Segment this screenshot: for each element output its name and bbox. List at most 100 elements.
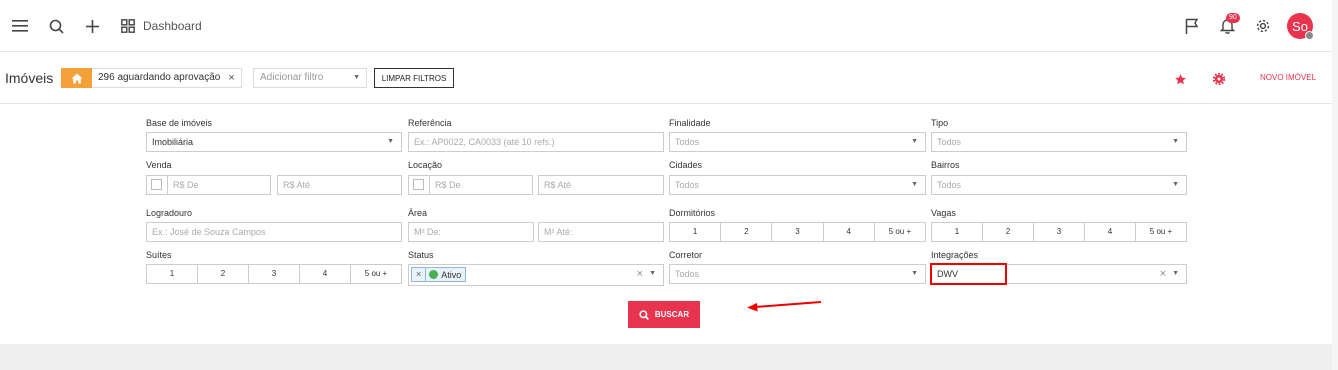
- chevron-down-icon: ▼: [1172, 138, 1179, 145]
- remove-tag-icon[interactable]: ×: [412, 268, 427, 281]
- chip-label: 296 aguardando aprovação: [98, 72, 221, 83]
- suites-option-4[interactable]: 4: [300, 265, 351, 283]
- dashboard-grid-icon[interactable]: [116, 14, 140, 38]
- vagas-option-5plus[interactable]: 5 ou +: [1136, 223, 1186, 241]
- search-icon[interactable]: [44, 14, 68, 38]
- chevron-down-icon: ▼: [911, 270, 918, 277]
- settings-gear-icon[interactable]: [1212, 72, 1226, 86]
- venda-max-input[interactable]: R$ Até: [277, 175, 402, 195]
- chevron-down-icon: ▼: [911, 138, 918, 145]
- active-filter-chip[interactable]: 296 aguardando aprovação ×: [61, 68, 242, 88]
- venda-checkbox[interactable]: [151, 179, 162, 190]
- new-property-link[interactable]: NOVO IMÓVEL: [1260, 73, 1316, 82]
- venda-min-input[interactable]: R$ De: [167, 175, 271, 195]
- cidades-label: Cidades: [669, 160, 703, 170]
- annotation-arrow: [747, 301, 822, 312]
- dormitorios-selector: 1 2 3 4 5 ou +: [669, 222, 926, 242]
- menu-icon[interactable]: [8, 14, 32, 38]
- logradouro-input[interactable]: Ex.: José de Souza Campos: [146, 222, 402, 242]
- venda-max-placeholder: R$ Até: [283, 180, 311, 190]
- referencia-label: Referência: [408, 118, 452, 128]
- cidades-select[interactable]: Todos ▼: [669, 175, 926, 195]
- add-icon[interactable]: [80, 14, 104, 38]
- cidades-value: Todos: [675, 180, 700, 190]
- corretor-value: Todos: [675, 269, 700, 279]
- corretor-select[interactable]: Todos ▼: [669, 264, 926, 284]
- locacao-checkbox[interactable]: [413, 179, 424, 190]
- base-label: Base de imóveis: [146, 118, 213, 128]
- notification-badge: 90: [1226, 13, 1240, 23]
- bairros-label: Bairros: [931, 160, 960, 170]
- suites-option-1[interactable]: 1: [147, 265, 198, 283]
- status-label: Status: [408, 250, 434, 260]
- bairros-select[interactable]: Todos ▼: [931, 175, 1187, 195]
- clear-icon[interactable]: ×: [1160, 265, 1166, 283]
- search-button-label: BUSCAR: [654, 310, 690, 319]
- locacao-min-input[interactable]: R$ De: [429, 175, 533, 195]
- top-bar: Dashboard 90 So: [0, 0, 1338, 52]
- base-value: Imobiliária: [152, 137, 194, 147]
- finalidade-label: Finalidade: [669, 118, 711, 128]
- star-icon[interactable]: [1173, 72, 1187, 86]
- referencia-input[interactable]: Ex.: AP0022, CA0033 (até 10 refs.): [408, 132, 664, 152]
- dormitorios-option-5plus[interactable]: 5 ou +: [875, 223, 925, 241]
- locacao-label: Locação: [408, 160, 443, 170]
- flag-icon[interactable]: [1180, 14, 1204, 38]
- status-tag: × Ativo: [411, 267, 467, 282]
- suites-option-2[interactable]: 2: [198, 265, 249, 283]
- remove-chip-icon[interactable]: ×: [226, 69, 240, 87]
- tipo-label: Tipo: [931, 118, 949, 128]
- base-select[interactable]: Imobiliária ▼: [146, 132, 402, 152]
- locacao-max-placeholder: R$ Até: [544, 180, 572, 190]
- dormitorios-option-2[interactable]: 2: [721, 223, 773, 241]
- clear-filters-button[interactable]: LIMPAR FILTROS: [374, 68, 454, 88]
- area-max-input[interactable]: M² Até:: [538, 222, 664, 242]
- vagas-option-1[interactable]: 1: [932, 223, 983, 241]
- chevron-down-icon: ▼: [649, 270, 656, 277]
- area-min-input[interactable]: M² De:: [408, 222, 534, 242]
- vagas-selector: 1 2 3 4 5 ou +: [931, 222, 1187, 242]
- chevron-down-icon: ▼: [911, 181, 918, 188]
- page-title: Imóveis: [5, 70, 54, 86]
- gear-icon[interactable]: [1251, 14, 1275, 38]
- dormitorios-label: Dormitórios: [669, 208, 716, 218]
- dormitorios-option-3[interactable]: 3: [772, 223, 824, 241]
- status-dot: [1305, 31, 1314, 40]
- search-icon: [639, 309, 649, 320]
- vagas-option-4[interactable]: 4: [1085, 223, 1136, 241]
- add-filter-placeholder: Adicionar filtro: [260, 72, 324, 83]
- venda-label: Venda: [146, 160, 172, 170]
- vagas-option-3[interactable]: 3: [1034, 223, 1085, 241]
- logradouro-placeholder: Ex.: José de Souza Campos: [152, 227, 266, 237]
- highlight-box: [930, 263, 1007, 285]
- page-scrollbar[interactable]: [1332, 0, 1338, 370]
- search-form: Base de imóveis Imobiliária ▼ Referência…: [0, 104, 1332, 344]
- locacao-max-input[interactable]: R$ Até: [538, 175, 664, 195]
- dormitorios-option-1[interactable]: 1: [670, 223, 722, 241]
- tipo-select[interactable]: Todos ▼: [931, 132, 1187, 152]
- status-tag-label: Ativo: [441, 269, 462, 280]
- finalidade-select[interactable]: Todos ▼: [669, 132, 926, 152]
- area-min-placeholder: M² De:: [414, 227, 441, 237]
- vagas-label: Vagas: [931, 208, 956, 218]
- suites-option-5plus[interactable]: 5 ou +: [351, 265, 401, 283]
- referencia-placeholder: Ex.: AP0022, CA0033 (até 10 refs.): [414, 137, 555, 147]
- active-dot-icon: [429, 270, 439, 279]
- vagas-option-2[interactable]: 2: [983, 223, 1034, 241]
- filter-bar: Imóveis 296 aguardando aprovação × Adici…: [0, 52, 1332, 104]
- tipo-value: Todos: [937, 137, 962, 147]
- dormitorios-option-4[interactable]: 4: [824, 223, 875, 241]
- chevron-down-icon: ▼: [1172, 270, 1179, 277]
- chevron-down-icon: ▼: [353, 74, 360, 81]
- add-filter-select[interactable]: Adicionar filtro ▼: [253, 68, 367, 88]
- search-button[interactable]: BUSCAR: [628, 301, 700, 328]
- venda-min-placeholder: R$ De: [173, 180, 199, 190]
- dashboard-link[interactable]: Dashboard: [143, 19, 202, 33]
- clear-icon[interactable]: ×: [637, 265, 643, 283]
- corretor-label: Corretor: [669, 250, 703, 260]
- bairros-value: Todos: [937, 180, 962, 190]
- chevron-down-icon: ▼: [387, 138, 394, 145]
- home-icon: [61, 68, 92, 88]
- suites-option-3[interactable]: 3: [249, 265, 300, 283]
- logradouro-label: Logradouro: [146, 208, 193, 218]
